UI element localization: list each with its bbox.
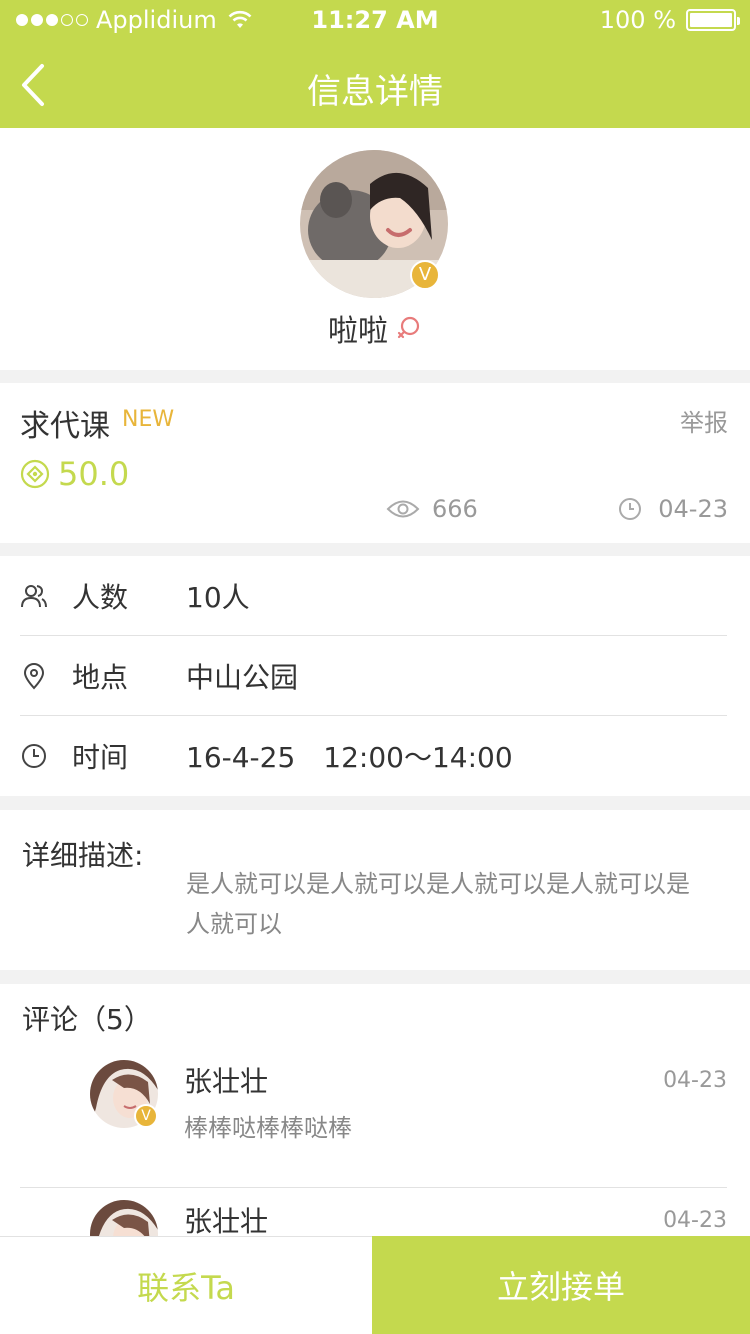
eye-icon bbox=[386, 500, 420, 518]
page-title: 信息详情 bbox=[307, 72, 443, 112]
detail-row-people: 人数 10人 bbox=[20, 556, 727, 636]
report-button[interactable]: 举报 bbox=[680, 403, 728, 438]
comment-avatar-wrap[interactable]: V bbox=[90, 1060, 158, 1128]
verified-badge: V bbox=[134, 1104, 158, 1128]
bottom-action-bar: 联系Ta 立刻接单 bbox=[0, 1236, 750, 1334]
nav-bar: 信息详情 bbox=[0, 40, 750, 128]
description-section: 详细描述: 是人就可以是人就可以是人就可以是人就可以是人就可以 bbox=[0, 810, 750, 970]
price-value: 50.0 bbox=[58, 455, 130, 493]
status-right: 100 % bbox=[599, 6, 740, 34]
comment-item[interactable]: 张壮壮 04-23 bbox=[20, 1188, 727, 1236]
battery-icon bbox=[686, 9, 740, 31]
verified-badge: V bbox=[410, 260, 440, 290]
detail-row-time: 时间 16-4-25 12:00～14:00 bbox=[20, 716, 727, 796]
details-list: 人数 10人 地点 中山公园 时间 16-4-25 12:00～14:00 bbox=[0, 556, 750, 796]
comment-author: 张壮壮 bbox=[184, 1205, 269, 1236]
location-pin-icon bbox=[23, 662, 45, 689]
price-row: 50.0 bbox=[20, 455, 129, 493]
view-count: 666 bbox=[386, 495, 478, 523]
people-icon bbox=[21, 584, 47, 607]
profile-section: V 啦啦 bbox=[0, 128, 750, 370]
comment-date: 04-23 bbox=[663, 1208, 727, 1233]
avatar[interactable] bbox=[90, 1200, 158, 1236]
post-date: 04-23 bbox=[618, 495, 728, 523]
comment-item[interactable]: V 张壮壮 04-23 棒棒哒棒棒哒棒 bbox=[20, 1048, 727, 1188]
accept-order-button[interactable]: 立刻接单 bbox=[372, 1236, 750, 1334]
profile-name: 啦啦 bbox=[328, 314, 388, 349]
location-label: 地点 bbox=[72, 660, 129, 694]
comment-text: 棒棒哒棒棒哒棒 bbox=[184, 1114, 352, 1142]
profile-avatar-wrap[interactable]: V bbox=[300, 150, 448, 298]
battery-percent: 100 % bbox=[599, 6, 676, 34]
detail-row-location: 地点 中山公园 bbox=[20, 636, 727, 716]
task-card: 求代课 NEW 举报 50.0 666 04-23 bbox=[0, 383, 750, 543]
comment-author: 张壮壮 bbox=[184, 1065, 269, 1098]
people-label: 人数 bbox=[72, 580, 129, 614]
view-count-value: 666 bbox=[432, 495, 478, 523]
comments-title: 评论（5） bbox=[22, 1003, 152, 1036]
location-value: 中山公园 bbox=[186, 660, 299, 694]
female-icon bbox=[397, 316, 420, 339]
description-text: 是人就可以是人就可以是人就可以是人就可以是人就可以 bbox=[186, 870, 690, 938]
comment-avatar-wrap[interactable] bbox=[90, 1200, 158, 1236]
task-title: 求代课 bbox=[20, 409, 110, 444]
comment-date: 04-23 bbox=[663, 1068, 727, 1093]
people-value: 10人 bbox=[186, 580, 250, 614]
coin-icon bbox=[20, 459, 50, 489]
clock-icon bbox=[619, 498, 642, 520]
new-tag: NEW bbox=[122, 407, 175, 432]
contact-button[interactable]: 联系Ta bbox=[0, 1236, 372, 1334]
status-bar: Applidium 11:27 AM 100 % bbox=[0, 0, 750, 40]
comments-section: 评论（5） V 张壮壮 04-23 棒棒哒棒棒哒棒 张壮壮 04-23 bbox=[0, 984, 750, 1236]
time-value: 16-4-25 12:00～14:00 bbox=[186, 741, 513, 774]
profile-name-row: 啦啦 bbox=[0, 306, 750, 350]
description-label: 详细描述: bbox=[22, 839, 144, 872]
clock-icon bbox=[22, 744, 46, 768]
time-label: 时间 bbox=[72, 741, 129, 774]
post-date-value: 04-23 bbox=[658, 495, 728, 523]
